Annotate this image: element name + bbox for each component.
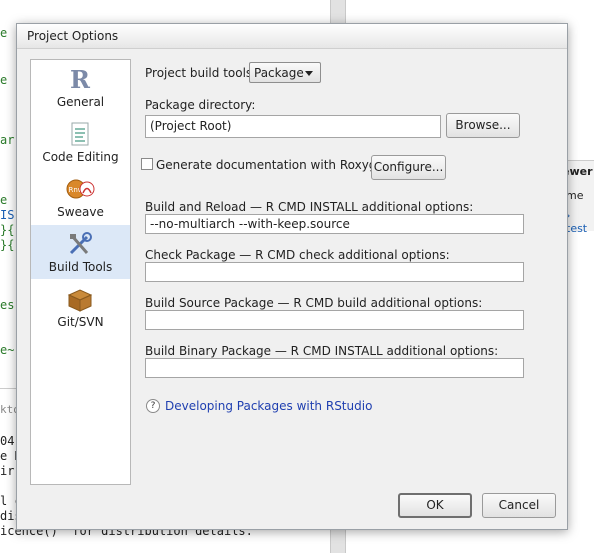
sidebar-item-label: Git/SVN (57, 315, 104, 329)
build-source-field[interactable] (145, 310, 524, 330)
build-tools-label: Project build tools: (145, 66, 257, 80)
bg-code-line: e (0, 26, 8, 40)
configure-button[interactable]: Configure... (371, 155, 446, 180)
bg-pane-col: me (566, 189, 584, 202)
bg-code-line: }{ (0, 238, 15, 252)
ok-button[interactable]: OK (398, 493, 472, 518)
package-directory-label: Package directory: (145, 98, 256, 112)
sidebar-item-code-editing[interactable]: Code Editing (31, 115, 130, 169)
build-binary-label: Build Binary Package — R CMD INSTALL add… (145, 344, 499, 358)
sidebar-item-general[interactable]: R General (31, 60, 130, 114)
browse-button[interactable]: Browse... (446, 113, 520, 138)
bg-console-line: ir (0, 464, 15, 478)
sidebar-item-sweave[interactable]: Rnw Sweave (31, 170, 130, 224)
document-icon (71, 122, 89, 146)
dialog-titlebar[interactable]: Project Options (17, 24, 567, 49)
question-mark-icon: ? (146, 399, 160, 413)
sidebar-item-label: Code Editing (42, 150, 119, 164)
roxygen-checkbox[interactable] (141, 158, 153, 170)
build-tools-value: Package (254, 66, 304, 80)
cancel-button[interactable]: Cancel (482, 493, 556, 518)
check-package-label: Check Package — R CMD check additional o… (145, 248, 450, 262)
bg-code-line: e (0, 193, 8, 207)
options-sidebar: R General Code Editing Rnw Sweave Build … (30, 59, 131, 485)
sidebar-item-build-tools[interactable]: Build Tools (31, 225, 130, 279)
build-reload-field[interactable]: --no-multiarch --with-keep.source (145, 214, 524, 234)
bg-code-line: es (0, 298, 15, 312)
bg-console-line: 04 (0, 434, 15, 448)
build-tools-select[interactable]: Package (249, 62, 321, 83)
package-box-icon (67, 289, 93, 312)
r-logo-icon: R (70, 66, 91, 92)
bg-code-line: e~ (0, 343, 15, 357)
chevron-down-icon (305, 71, 313, 76)
bg-code-line: }{ (0, 223, 15, 237)
roxygen-label: Generate documentation with Roxygen (156, 158, 392, 172)
build-source-label: Build Source Package — R CMD build addit… (145, 296, 483, 310)
bg-code-line: ar (0, 133, 15, 147)
check-package-field[interactable] (145, 262, 524, 282)
sweave-pdf-icon: Rnw (66, 179, 95, 199)
sidebar-item-label: Build Tools (48, 260, 113, 274)
sidebar-item-label: General (56, 95, 105, 109)
developing-packages-link[interactable]: Developing Packages with RStudio (165, 399, 372, 413)
svg-text:R: R (70, 66, 91, 92)
tools-icon (69, 232, 92, 255)
dialog-title: Project Options (27, 29, 119, 43)
build-binary-field[interactable] (145, 358, 524, 378)
package-directory-field[interactable]: (Project Root) (145, 115, 441, 138)
bg-code-line: e (0, 73, 8, 87)
project-options-dialog: Project Options R General Code Editing R… (16, 23, 568, 530)
bg-code-line: IS (0, 208, 15, 222)
bg-pane-item[interactable]: › test (566, 209, 594, 235)
sidebar-item-git-svn[interactable]: Git/SVN (31, 280, 130, 334)
build-reload-label: Build and Reload — R CMD INSTALL additio… (145, 200, 474, 214)
sidebar-item-label: Sweave (57, 205, 104, 219)
